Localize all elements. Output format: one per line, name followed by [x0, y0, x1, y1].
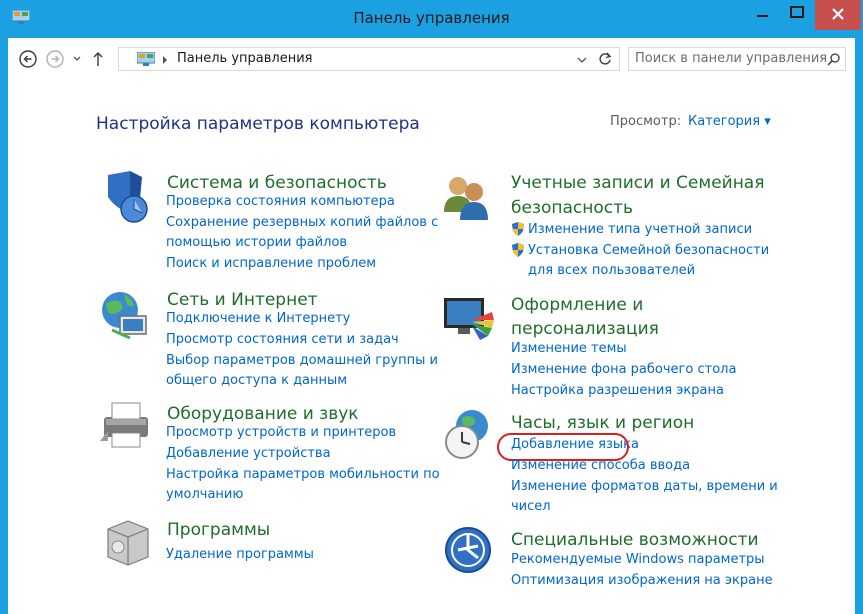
link-view-devices-printers[interactable]: Просмотр устройств и принтеров	[166, 422, 396, 443]
close-icon	[832, 8, 844, 20]
recent-locations-chevron-icon[interactable]	[73, 55, 81, 63]
network-globe-icon[interactable]	[96, 286, 152, 342]
maximize-button[interactable]	[780, 0, 814, 30]
close-button[interactable]	[815, 0, 861, 30]
link-recommended-settings[interactable]: Рекомендуемые Windows параметры	[511, 549, 765, 570]
link-change-desktop-bg[interactable]: Изменение фона рабочего стола	[511, 359, 736, 380]
title-bar[interactable]: Панель управления	[0, 0, 863, 38]
link-check-computer-status[interactable]: Проверка состояния компьютера	[166, 191, 395, 212]
window-title: Панель управления	[353, 9, 510, 27]
navigation-bar: Панель управления Поиск в панели управле…	[8, 38, 855, 84]
category-title-clock-language[interactable]: Часы, язык и регион	[511, 411, 694, 435]
link-change-input-method[interactable]: Изменение способа ввода	[511, 455, 690, 476]
uac-shield-icon	[512, 222, 524, 236]
link-add-device[interactable]: Добавление устройства	[166, 443, 331, 464]
link-backup-files-cont[interactable]: помощью истории файлов	[166, 232, 347, 253]
forward-arrow-icon[interactable]	[46, 50, 64, 68]
link-connect-internet[interactable]: Подключение к Интернету	[166, 308, 350, 329]
link-homegroup-sharing-cont[interactable]: общего доступа к данным	[166, 370, 347, 391]
page-title: Настройка параметров компьютера	[96, 114, 420, 134]
link-change-date-formats[interactable]: Изменение форматов даты, времени и	[511, 476, 778, 497]
link-backup-files[interactable]: Сохранение резервных копий файлов с	[166, 212, 438, 233]
search-input[interactable]: Поиск в панели управления	[628, 47, 846, 71]
link-optimize-display[interactable]: Оптимизация изображения на экране	[511, 570, 773, 591]
programs-box-icon[interactable]	[100, 513, 156, 569]
category-title-programs[interactable]: Программы	[167, 518, 270, 542]
link-mobility-settings-cont[interactable]: умолчанию	[166, 484, 243, 505]
printer-icon[interactable]	[98, 397, 154, 453]
search-icon[interactable]	[827, 53, 840, 66]
user-accounts-icon[interactable]	[438, 172, 494, 228]
ease-of-access-icon[interactable]	[440, 522, 496, 578]
link-view-network-status[interactable]: Просмотр состояния сети и задач	[166, 329, 399, 350]
refresh-icon[interactable]	[597, 51, 613, 67]
control-panel-icon	[137, 52, 155, 66]
category-title-user-accounts-cont[interactable]: безопасность	[511, 196, 633, 220]
address-dropdown-chevron-icon[interactable]	[577, 56, 587, 64]
minimize-button[interactable]	[745, 0, 779, 30]
breadcrumb-item[interactable]: Панель управления	[177, 51, 313, 66]
link-find-fix-problems[interactable]: Поиск и исправление проблем	[166, 253, 376, 274]
clock-globe-icon[interactable]	[440, 406, 496, 462]
link-screen-resolution[interactable]: Настройка разрешения экрана	[511, 380, 724, 401]
link-change-theme[interactable]: Изменение темы	[511, 338, 627, 359]
link-change-account-type[interactable]: Изменение типа учетной записи	[528, 219, 752, 240]
uac-shield-icon	[512, 243, 524, 257]
link-change-date-formats-cont[interactable]: чисел	[511, 496, 551, 517]
link-uninstall-program[interactable]: Удаление программы	[166, 544, 314, 565]
category-title-user-accounts[interactable]: Учетные записи и Семейная	[511, 171, 764, 195]
link-homegroup-sharing[interactable]: Выбор параметров домашней группы и	[166, 350, 438, 371]
link-family-safety[interactable]: Установка Семейной безопасности	[528, 240, 769, 261]
appearance-monitor-icon[interactable]	[440, 290, 496, 346]
control-panel-window: Панель управления Панель управления Поис…	[0, 0, 863, 614]
minimize-icon	[757, 15, 768, 17]
category-title-appearance[interactable]: Оформление и	[511, 293, 643, 317]
back-arrow-icon[interactable]	[19, 50, 37, 68]
link-mobility-settings[interactable]: Настройка параметров мобильности по	[166, 464, 440, 485]
breadcrumb-separator-icon[interactable]	[161, 55, 169, 65]
address-bar[interactable]: Панель управления	[118, 47, 620, 71]
view-by-dropdown[interactable]: Категория ▾	[688, 114, 771, 129]
search-placeholder: Поиск в панели управления	[635, 51, 828, 66]
view-by-label: Просмотр:	[610, 114, 682, 129]
content-area: Панель управления Поиск в панели управле…	[8, 38, 855, 614]
link-family-safety-cont[interactable]: для всех пользователей	[528, 260, 695, 281]
maximize-icon	[790, 6, 804, 18]
up-arrow-icon[interactable]	[92, 51, 104, 67]
system-security-shield-icon[interactable]	[98, 169, 154, 225]
